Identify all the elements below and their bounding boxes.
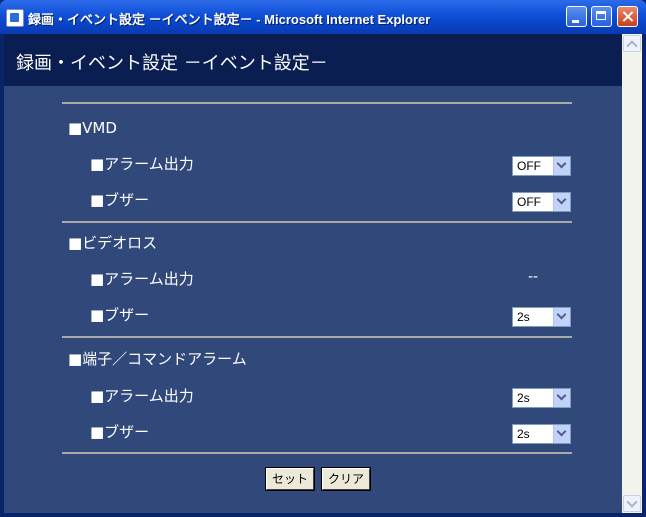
section-terminal-command-alarm-label: ■端子／コマンドアラーム [68, 350, 247, 368]
chevron-down-icon[interactable] [553, 425, 570, 443]
terminal-buzzer-label: ■ブザー [90, 423, 150, 441]
terminal-alarm-output-label: ■アラーム出力 [90, 387, 194, 405]
video-loss-buzzer-select[interactable]: 2s [512, 307, 571, 327]
terminal-alarm-output-select[interactable]: 2s [512, 388, 571, 408]
browser-window: 録画・イベント設定 －イベント設定－ - Microsoft Internet … [0, 0, 646, 517]
maximize-icon[interactable] [591, 6, 612, 27]
divider [62, 221, 572, 223]
video-loss-buzzer-label: ■ブザー [90, 306, 150, 324]
vmd-alarm-output-label: ■アラーム出力 [90, 155, 194, 173]
ie-page-icon [6, 9, 24, 27]
set-button[interactable]: セット [265, 467, 315, 491]
chevron-down-icon[interactable] [553, 157, 570, 175]
page-content: 録画・イベント設定 －イベント設定－ ■VMD ■アラーム出力 OFF ■ブザー… [4, 34, 622, 513]
vmd-alarm-output-select[interactable]: OFF [512, 156, 571, 176]
scroll-down-icon[interactable] [623, 495, 641, 512]
section-vmd-label: ■VMD [68, 119, 117, 137]
video-loss-alarm-output-label: ■アラーム出力 [90, 270, 194, 288]
title-bar[interactable]: 録画・イベント設定 －イベント設定－ - Microsoft Internet … [0, 0, 646, 34]
page-header: 録画・イベント設定 －イベント設定－ [4, 34, 622, 86]
chevron-down-icon[interactable] [553, 308, 570, 326]
vmd-buzzer-select[interactable]: OFF [512, 192, 571, 212]
divider [62, 336, 572, 338]
chevron-down-icon[interactable] [553, 389, 570, 407]
vertical-scrollbar[interactable] [622, 34, 642, 513]
vmd-buzzer-label: ■ブザー [90, 191, 150, 209]
scroll-up-icon[interactable] [623, 35, 641, 52]
minimize-icon[interactable] [566, 6, 587, 27]
close-icon[interactable] [617, 6, 638, 27]
window-title: 録画・イベント設定 －イベント設定－ - Microsoft Internet … [28, 12, 431, 27]
section-video-loss-label: ■ビデオロス [68, 234, 158, 252]
clear-button[interactable]: クリア [321, 467, 371, 491]
chevron-down-icon[interactable] [553, 193, 570, 211]
video-loss-alarm-output-value: -- [528, 269, 539, 285]
terminal-buzzer-select[interactable]: 2s [512, 424, 571, 444]
divider [62, 452, 572, 454]
divider [62, 102, 572, 104]
page-title: 録画・イベント設定 －イベント設定－ [16, 53, 328, 74]
